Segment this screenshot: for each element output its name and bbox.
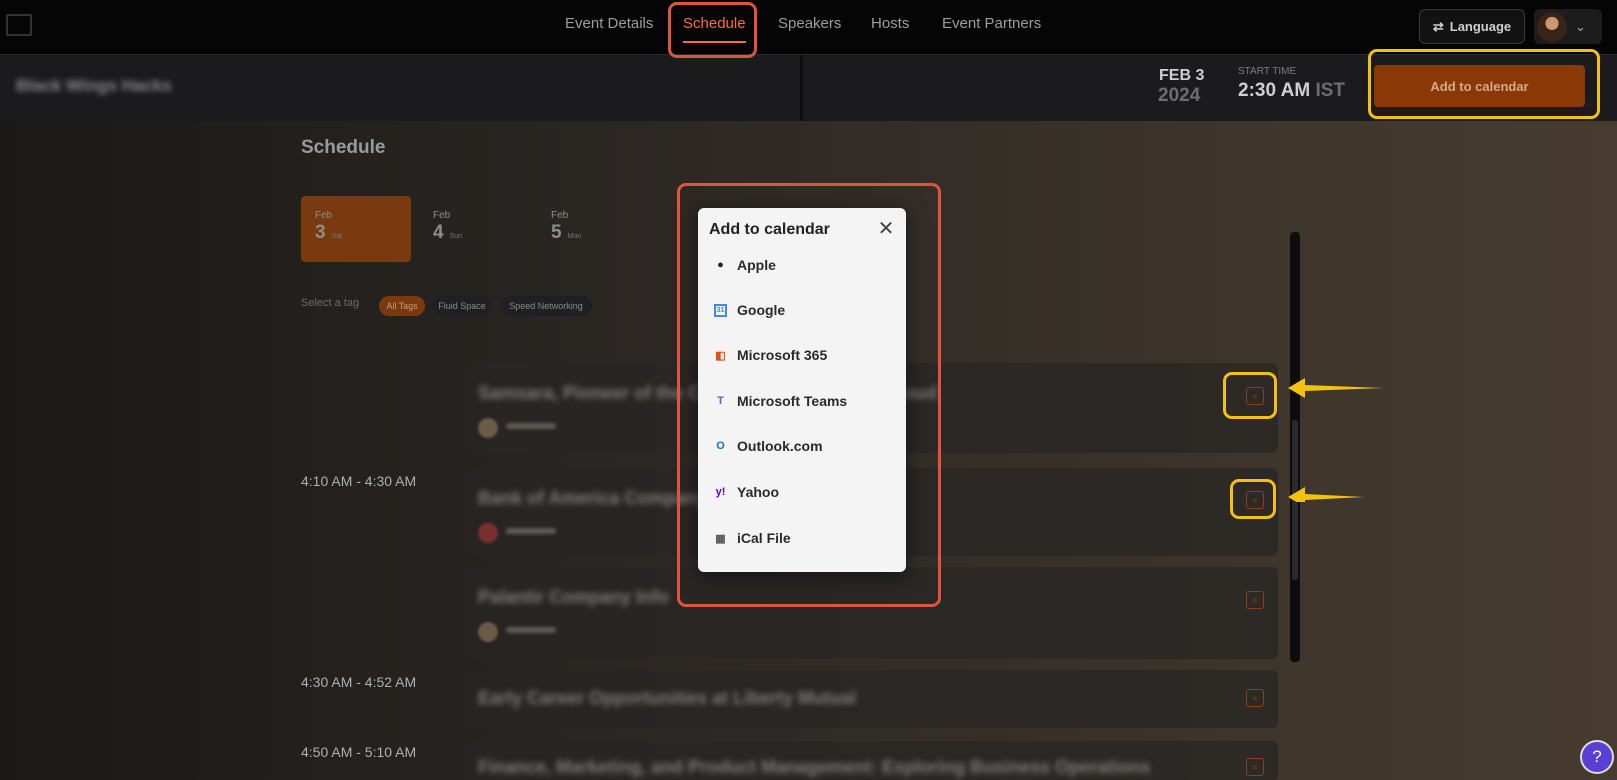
calendar-icon[interactable]: ▫ <box>1246 591 1264 609</box>
avatar <box>1537 11 1567 42</box>
session-title: Early Career Opportunities at Liberty Mu… <box>478 688 857 708</box>
session-card[interactable]: Finance, Marketing, and Product Manageme… <box>466 741 1278 780</box>
arrow-icon <box>1288 378 1383 398</box>
event-year: 2024 <box>1158 85 1201 106</box>
tag-all-tags[interactable]: All Tags <box>379 296 425 316</box>
user-menu[interactable]: ⌄ <box>1534 9 1602 44</box>
tag-speed-networking[interactable]: Speed Networking <box>500 296 592 316</box>
day-tab-feb-4[interactable]: Feb 4 Sun <box>419 196 529 262</box>
calendar-icon[interactable]: ▫ <box>1246 689 1264 707</box>
arrow-icon <box>1288 487 1364 502</box>
language-button[interactable]: ⇄ Language <box>1419 9 1525 44</box>
highlight-schedule-tab <box>668 2 757 58</box>
speaker-avatar <box>478 523 498 543</box>
speaker-avatar <box>478 622 498 642</box>
chevron-down-icon: ⌄ <box>1575 18 1586 34</box>
speaker-name <box>506 627 556 633</box>
timeslot: 4:10 AM - 4:30 AM <box>301 473 417 489</box>
day-tab-feb-5[interactable]: Feb 5 Mon <box>537 196 647 262</box>
start-time-label: START TIME <box>1238 66 1297 77</box>
language-label: Language <box>1449 19 1512 34</box>
top-navigation: Event Details Schedule Speakers Hosts Ev… <box>0 0 1617 55</box>
session-title: Palantir Company Info <box>478 587 670 607</box>
tab-event-details[interactable]: Event Details <box>565 15 653 32</box>
highlight-calendar-modal <box>677 183 941 607</box>
highlight-add-to-calendar <box>1368 49 1600 119</box>
day-tab-feb-3[interactable]: Feb 3 Sat <box>301 196 411 262</box>
divider <box>800 55 803 121</box>
page-title: Schedule <box>301 137 386 158</box>
timeslot: 4:30 AM - 4:52 AM <box>301 674 417 690</box>
speaker-name <box>506 423 556 429</box>
speaker-name <box>506 528 556 534</box>
timeslot: 4:50 AM - 5:10 AM <box>301 744 417 760</box>
highlight-calendar-icon <box>1230 479 1276 519</box>
help-button[interactable]: ? <box>1580 740 1614 774</box>
speaker-avatar <box>478 418 498 438</box>
event-name: Black Wings Hacks <box>16 76 172 95</box>
annotation-arrows <box>1288 378 1383 502</box>
session-card[interactable]: Early Career Opportunities at Liberty Mu… <box>466 670 1278 728</box>
session-title: Finance, Marketing, and Product Manageme… <box>478 757 1151 777</box>
event-date: FEB 3 <box>1159 67 1205 84</box>
tab-hosts[interactable]: Hosts <box>871 15 909 32</box>
timezone: IST <box>1315 80 1345 101</box>
calendar-icon[interactable]: ▫ <box>1246 758 1264 776</box>
logo-icon[interactable] <box>6 14 32 36</box>
tab-speakers[interactable]: Speakers <box>778 15 841 32</box>
tab-event-partners[interactable]: Event Partners <box>942 15 1041 32</box>
tag-label: Select a tag <box>301 297 360 309</box>
start-time: 2:30 AM IST <box>1238 80 1345 101</box>
tag-fluid-space[interactable]: Fluid Space <box>432 296 492 316</box>
translate-icon: ⇄ <box>1432 18 1444 34</box>
highlight-calendar-icon <box>1223 372 1277 419</box>
